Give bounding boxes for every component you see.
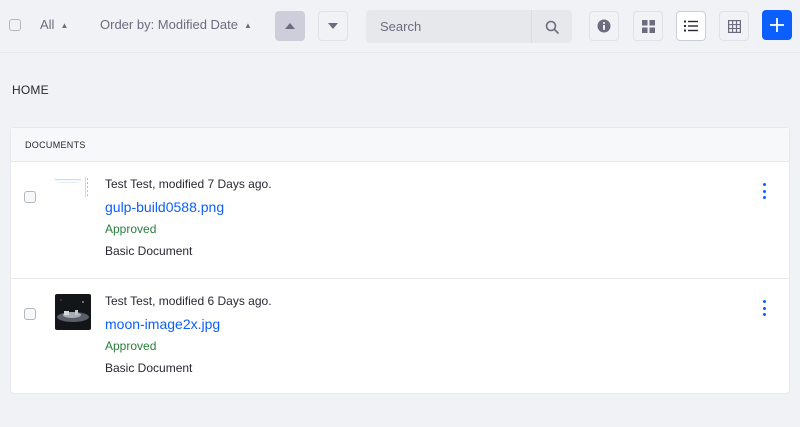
select-all-checkbox[interactable] [9, 19, 21, 31]
documents-list: DOCUMENTS Test Test, modified 7 Days ago… [10, 127, 790, 394]
list-view-button[interactable] [676, 11, 706, 41]
list-item: Test Test, modified 7 Days ago. gulp-bui… [11, 162, 789, 278]
filter-dropdown[interactable]: All ▲︎ [40, 17, 68, 32]
table-view-button[interactable] [719, 11, 749, 41]
status-label: Approved [105, 222, 157, 236]
order-by-dropdown[interactable]: Order by: Modified Date ▲︎ [100, 17, 252, 32]
row-checkbox[interactable] [24, 308, 36, 320]
document-type: Basic Document [105, 361, 193, 375]
actions-menu-icon[interactable] [759, 183, 769, 199]
info-icon [597, 19, 611, 33]
image-thumbnail-icon[interactable] [55, 177, 91, 213]
documents-section-header: DOCUMENTS [11, 128, 789, 162]
row-checkbox[interactable] [24, 191, 36, 203]
table-icon [727, 19, 741, 33]
caret-up-icon [285, 23, 295, 29]
search-form [366, 10, 572, 43]
document-meta: Test Test, modified 7 Days ago. [105, 177, 272, 191]
order-by-label: Order by: Modified Date [100, 17, 239, 32]
cards-view-button[interactable] [633, 11, 663, 41]
filter-label: All [40, 17, 55, 32]
sort-caret-icon: ▲︎ [60, 21, 69, 30]
sort-caret-icon: ▲︎ [244, 21, 252, 30]
breadcrumb-home[interactable]: HOME [12, 83, 49, 97]
info-button[interactable] [589, 11, 619, 41]
section-label: DOCUMENTS [25, 140, 86, 150]
document-type: Basic Document [105, 244, 193, 258]
list-item: Test Test, modified 6 Days ago. moon-ima… [11, 278, 789, 395]
search-input[interactable] [366, 10, 532, 43]
search-icon [545, 20, 559, 34]
plus-icon [770, 18, 784, 32]
list-icon [684, 20, 698, 32]
sort-ascending-button[interactable] [275, 11, 305, 41]
actions-menu-icon[interactable] [759, 300, 769, 316]
image-thumbnail-icon[interactable] [55, 294, 91, 330]
document-title-link[interactable]: moon-image2x.jpg [105, 316, 220, 332]
document-title-link[interactable]: gulp-build0588.png [105, 199, 224, 215]
management-toolbar: All ▲︎ Order by: Modified Date ▲︎ [0, 0, 800, 53]
sort-descending-button[interactable] [318, 11, 348, 41]
caret-down-icon [328, 23, 338, 29]
breadcrumb: HOME [12, 83, 49, 97]
add-button[interactable] [762, 10, 792, 40]
search-button[interactable] [531, 10, 572, 43]
document-meta: Test Test, modified 6 Days ago. [105, 294, 272, 308]
cards-icon [641, 19, 655, 33]
status-label: Approved [105, 339, 157, 353]
